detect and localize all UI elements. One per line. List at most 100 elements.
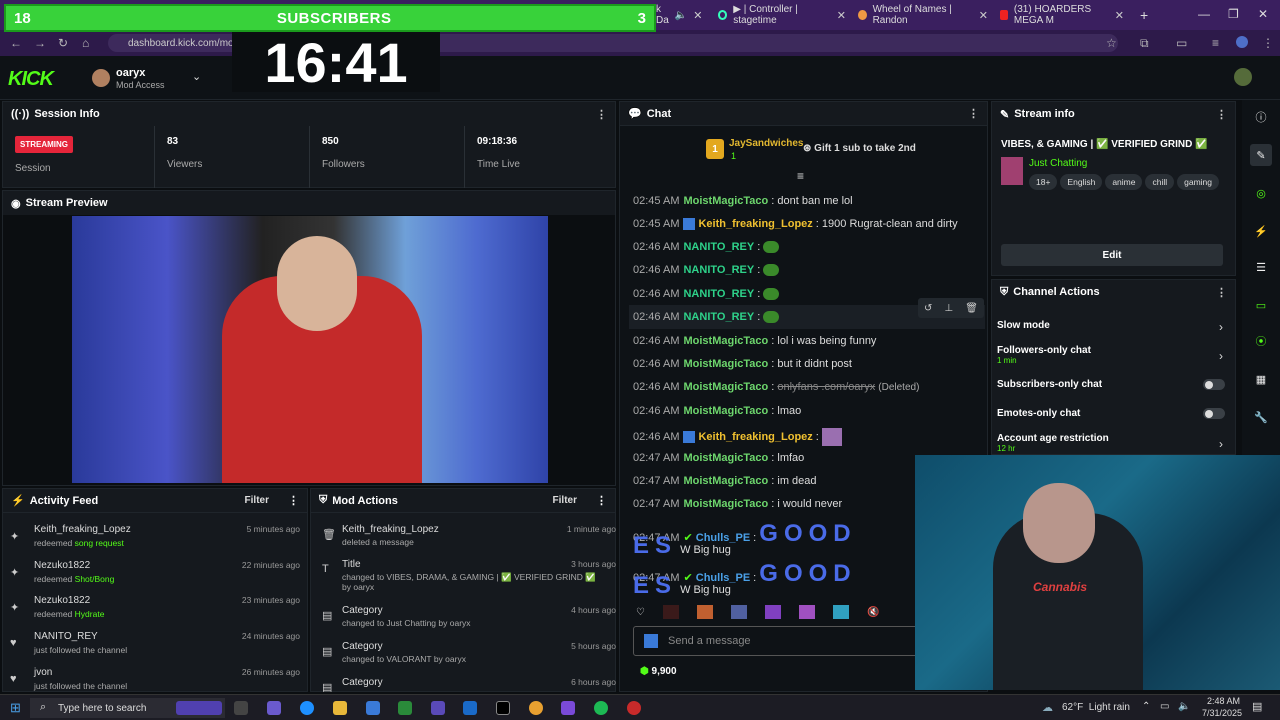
kick-logo[interactable]: KICK bbox=[8, 68, 54, 91]
emote-icon[interactable] bbox=[832, 605, 849, 619]
bookmark-star-icon[interactable]: ☆ bbox=[1106, 36, 1117, 50]
back-icon[interactable]: ← bbox=[10, 36, 22, 50]
gifter-name[interactable]: JaySandwiches bbox=[729, 138, 803, 149]
account-age-row[interactable]: Account age restriction 12 hr › bbox=[997, 433, 1227, 453]
chat-input[interactable]: Send a message bbox=[633, 626, 923, 656]
wrench-icon[interactable]: 🔧 bbox=[1250, 406, 1272, 428]
pencil-icon[interactable]: ✎ bbox=[1250, 144, 1272, 166]
chat-message[interactable]: 02:46 AM NANITO_REY: bbox=[633, 311, 780, 324]
subscribers-only-row[interactable]: Subscribers-only chat bbox=[997, 379, 1227, 390]
store-icon[interactable] bbox=[366, 701, 380, 715]
browser-tab-controller[interactable]: ▶ | Controller | stagetime ✕ bbox=[712, 4, 852, 26]
chevron-down-icon[interactable]: ⌄ bbox=[192, 70, 201, 83]
app-icon[interactable] bbox=[431, 701, 445, 715]
menu-lines-icon[interactable]: ≡ bbox=[1212, 36, 1219, 50]
extensions-icon[interactable]: ⧉ bbox=[1140, 36, 1149, 51]
emote-icon[interactable] bbox=[798, 605, 815, 619]
obs-icon[interactable] bbox=[627, 701, 641, 715]
window-close-icon[interactable]: ✕ bbox=[1258, 7, 1268, 21]
filter-lines-icon[interactable]: ≡ bbox=[797, 169, 804, 183]
chat-bubble-icon[interactable]: ▭ bbox=[1250, 294, 1272, 316]
followers-only-row[interactable]: Followers-only chat 1 min › bbox=[997, 345, 1227, 365]
home-icon[interactable]: ⌂ bbox=[82, 36, 89, 50]
mute-icon[interactable]: 🔇 bbox=[867, 607, 879, 618]
broadcast-icon[interactable]: ⦿ bbox=[1250, 330, 1272, 352]
reply-icon[interactable]: ↺ bbox=[924, 303, 932, 314]
chat-message[interactable]: 02:46 AM MoistMagicTaco: lmao bbox=[633, 405, 801, 417]
task-view-icon[interactable] bbox=[234, 701, 248, 715]
emotes-only-row[interactable]: Emotes-only chat bbox=[997, 408, 1227, 419]
filter-button[interactable]: Filter bbox=[245, 495, 269, 506]
close-icon[interactable]: ✕ bbox=[979, 9, 988, 22]
close-icon[interactable]: ✕ bbox=[1115, 9, 1124, 22]
more-vertical-icon[interactable]: ⋮ bbox=[1262, 36, 1274, 50]
outlook-icon[interactable] bbox=[463, 701, 477, 715]
chat-message[interactable]: 02:46 AM NANITO_REY: bbox=[633, 288, 780, 301]
emotes-only-toggle[interactable] bbox=[1203, 408, 1225, 419]
stream-video[interactable] bbox=[72, 216, 548, 483]
search-highlight-icon[interactable] bbox=[176, 701, 222, 715]
chat-message[interactable]: 02:46 AM NANITO_REY: bbox=[633, 264, 780, 277]
emote-icon[interactable] bbox=[696, 605, 713, 619]
info-icon[interactable]: ⓘ bbox=[1250, 106, 1272, 128]
chat-message[interactable]: 02:45 AM MoistMagicTaco: dont ban me lol bbox=[633, 195, 853, 207]
more-vertical-icon[interactable]: ⋮ bbox=[1216, 286, 1227, 299]
notifications-icon[interactable]: ▤ bbox=[1252, 700, 1262, 713]
more-vertical-icon[interactable]: ⋮ bbox=[1216, 108, 1227, 121]
more-vertical-icon[interactable]: ⋮ bbox=[288, 494, 299, 507]
reload-icon[interactable]: ↻ bbox=[58, 36, 68, 50]
channel-points[interactable]: ⬢ 9,900 bbox=[640, 666, 677, 677]
chat-message[interactable]: 02:46 AM MoistMagicTaco: but it didnt pos… bbox=[633, 358, 852, 370]
chat-message[interactable]: 02:47 AM MoistMagicTaco: lmfao bbox=[633, 452, 804, 464]
chat-message[interactable]: 02:46 AM MoistMagicTaco: onlyfans .com/oa… bbox=[633, 381, 919, 393]
spotify-icon[interactable] bbox=[594, 701, 608, 715]
network-icon[interactable]: ▭ bbox=[1160, 701, 1169, 712]
list-icon[interactable]: ☰ bbox=[1250, 256, 1272, 278]
more-vertical-icon[interactable]: ⋮ bbox=[968, 107, 979, 120]
clock-time[interactable]: 2:48 AM bbox=[1207, 696, 1240, 706]
more-vertical-icon[interactable]: ⋮ bbox=[596, 108, 607, 121]
xbox-icon[interactable] bbox=[398, 701, 412, 715]
trash-icon[interactable]: 🗑 bbox=[965, 303, 978, 314]
tag[interactable]: gaming bbox=[1177, 174, 1220, 190]
emote-icon[interactable] bbox=[662, 605, 679, 619]
chat-message[interactable]: 02:46 AM Keith_freaking_Lopez: bbox=[633, 428, 842, 446]
close-icon[interactable]: ✕ bbox=[837, 9, 846, 22]
more-vertical-icon[interactable]: ⋮ bbox=[596, 494, 607, 507]
layout-icon[interactable]: ▦ bbox=[1250, 368, 1272, 390]
weather-text[interactable]: 62°F Light rain bbox=[1062, 702, 1130, 713]
forward-icon[interactable]: → bbox=[34, 36, 46, 50]
app-icon[interactable] bbox=[561, 701, 575, 715]
file-explorer-icon[interactable] bbox=[333, 701, 347, 715]
tag[interactable]: English bbox=[1060, 174, 1103, 190]
browser-tab-kick[interactable]: k Da 🔈 ✕ bbox=[650, 4, 706, 26]
user-avatar-icon[interactable] bbox=[1234, 68, 1252, 86]
edge-icon[interactable] bbox=[300, 701, 314, 715]
edit-stream-button[interactable]: Edit bbox=[1001, 244, 1223, 266]
tag[interactable]: 18+ bbox=[1029, 174, 1058, 190]
tag[interactable]: anime bbox=[1105, 174, 1143, 190]
chat-message[interactable]: 02:47 AM MoistMagicTaco: i would never bbox=[633, 498, 842, 510]
subscribers-only-toggle[interactable] bbox=[1203, 379, 1225, 390]
browser-tab-wheel[interactable]: Wheel of Names | Randon ✕ bbox=[852, 4, 994, 26]
sidebar-icon[interactable]: ▭ bbox=[1176, 36, 1187, 50]
pin-icon[interactable]: ⊥ bbox=[944, 303, 953, 314]
bolt-icon[interactable]: ⚡ bbox=[1250, 220, 1272, 242]
avatar[interactable] bbox=[92, 69, 110, 87]
gift-sub-prompt[interactable]: ⊛ Gift 1 sub to take 2nd bbox=[803, 143, 916, 154]
chat-message[interactable]: 02:46 AM MoistMagicTaco: lol i was being … bbox=[633, 335, 876, 347]
new-tab-button[interactable]: + bbox=[1134, 4, 1154, 26]
chat-message[interactable]: 02:47 AM MoistMagicTaco: im dead bbox=[633, 475, 817, 487]
volume-icon[interactable]: 🔈 bbox=[1178, 701, 1190, 712]
windows-start-icon[interactable]: ⊞ bbox=[10, 700, 21, 716]
copilot-icon[interactable] bbox=[267, 701, 281, 715]
heart-icon[interactable]: ♡ bbox=[636, 607, 645, 618]
tag[interactable]: chill bbox=[1145, 174, 1175, 190]
tiktok-icon[interactable] bbox=[496, 701, 510, 715]
filter-button[interactable]: Filter bbox=[553, 495, 577, 506]
chevron-up-icon[interactable]: ⌃ bbox=[1142, 701, 1150, 712]
chat-message[interactable]: 02:46 AM NANITO_REY: bbox=[633, 241, 780, 254]
stream-category[interactable]: Just Chatting bbox=[1029, 158, 1087, 169]
clock-date[interactable]: 7/31/2025 bbox=[1202, 708, 1242, 718]
target-icon[interactable]: ◎ bbox=[1250, 182, 1272, 204]
